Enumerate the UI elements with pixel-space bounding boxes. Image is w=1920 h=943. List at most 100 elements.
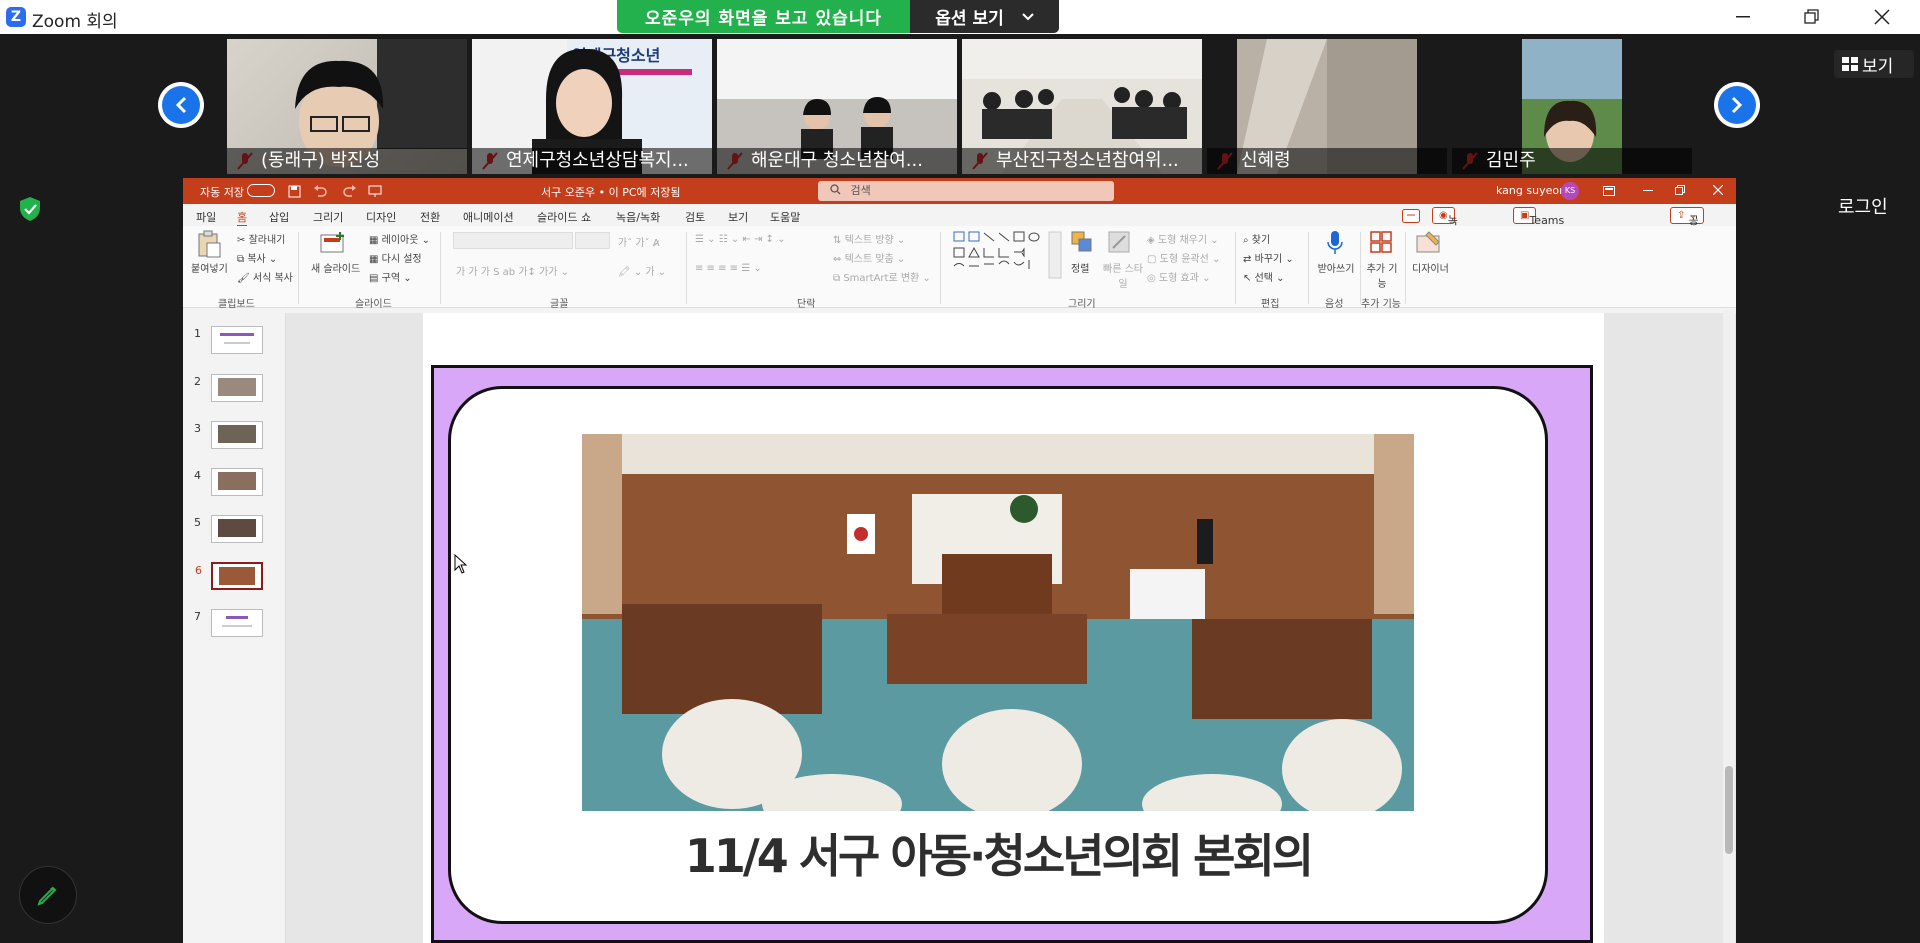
- ppt-restore-icon[interactable]: [1675, 185, 1685, 195]
- font-size-select[interactable]: [575, 232, 610, 249]
- new-slide-icon[interactable]: [320, 232, 346, 254]
- font-size-controls[interactable]: 가ˆ 가ˇ A̷: [618, 234, 660, 249]
- ribbon-tabs: 파일 홈 삽입 그리기 디자인 전환 애니메이션 슬라이드 쇼 녹음/녹화 검토…: [183, 204, 1736, 272]
- tab-view[interactable]: 보기: [728, 209, 748, 225]
- paste-label[interactable]: 붙여넣기: [191, 260, 228, 275]
- vertical-scrollbar[interactable]: [1723, 310, 1735, 943]
- comments-icon[interactable]: [1402, 209, 1420, 223]
- ribbon-display-icon[interactable]: [1603, 186, 1615, 196]
- chevron-down-icon: [1022, 12, 1034, 20]
- copy-button[interactable]: ⧉ 복사 ⌄: [237, 250, 277, 265]
- copy-label: 복사: [247, 254, 266, 265]
- restore-button[interactable]: [1785, 0, 1839, 34]
- tab-review[interactable]: 검토: [685, 209, 705, 225]
- font-color-controls[interactable]: 🖍 ⌄ 가 ⌄: [618, 263, 666, 278]
- dictate-label[interactable]: 받아쓰기: [1316, 260, 1356, 275]
- section-button[interactable]: ▤ 구역 ⌄: [369, 269, 412, 284]
- slide-thumbnail[interactable]: 2: [194, 374, 263, 402]
- tab-slideshow[interactable]: 슬라이드 쇼: [537, 209, 591, 225]
- font-family-select[interactable]: [453, 232, 573, 249]
- tab-home[interactable]: 홈: [237, 209, 248, 227]
- select-button[interactable]: ↖ 선택 ⌄: [1243, 269, 1285, 284]
- font-style-controls[interactable]: 가 가 가 S ab 가↕ 가가 ⌄: [456, 263, 569, 278]
- list-controls[interactable]: ☰ ⌄ ☷ ⌄ ⇤ ⇥ ↕ ⌄: [695, 234, 785, 245]
- document-title[interactable]: 서구 오준우 • 이 PC에 저장됨: [541, 184, 680, 200]
- arrange-label[interactable]: 정렬: [1071, 260, 1089, 275]
- tab-insert[interactable]: 삽입: [269, 209, 289, 225]
- replace-button[interactable]: ⇄ 바꾸기 ⌄: [1243, 250, 1294, 265]
- tab-draw[interactable]: 그리기: [313, 209, 343, 225]
- participant-tile[interactable]: 신혜령: [1207, 39, 1447, 174]
- shapes-gallery[interactable]: [953, 230, 1063, 280]
- participant-tile[interactable]: 해운대구 청소년참여...: [717, 39, 957, 174]
- tab-file[interactable]: 파일: [196, 209, 216, 225]
- teams-present-button[interactable]: ▣ Teams에서 프레젠테이션: [1513, 207, 1564, 272]
- minimize-button[interactable]: [1716, 0, 1770, 34]
- login-button[interactable]: 로그인: [1838, 193, 1888, 219]
- reset-button[interactable]: ▦ 다시 설정: [369, 250, 422, 265]
- record-button[interactable]: ◉ 녹음/녹화: [1432, 207, 1462, 272]
- save-icon[interactable]: [288, 185, 301, 198]
- text-direction-button[interactable]: ⇅ 텍스트 방향 ⌄: [833, 231, 905, 246]
- slide-thumbnail[interactable]: 5: [194, 515, 263, 543]
- paste-icon[interactable]: [196, 230, 222, 258]
- slide-number: 5: [194, 516, 201, 529]
- shape-effects-button[interactable]: ◎ 도형 효과 ⌄: [1147, 269, 1210, 284]
- security-shield-icon[interactable]: [18, 196, 42, 226]
- tab-design[interactable]: 디자인: [366, 209, 396, 225]
- participant-tile[interactable]: 김민주: [1452, 39, 1692, 174]
- ppt-minimize-icon[interactable]: [1643, 190, 1653, 192]
- quick-styles-icon[interactable]: [1107, 230, 1131, 254]
- participant-tile[interactable]: (동래구) 박진성: [227, 39, 467, 174]
- shape-outline-button[interactable]: ▢ 도형 윤곽선 ⌄: [1147, 250, 1220, 265]
- view-options-button[interactable]: 옵션 보기: [910, 0, 1059, 33]
- annotate-button[interactable]: [19, 866, 77, 924]
- slide-thumbnail[interactable]: 4: [194, 468, 263, 496]
- tab-transitions[interactable]: 전환: [420, 209, 440, 225]
- addins-label[interactable]: 추가 기능: [1363, 260, 1401, 290]
- prev-participants-button[interactable]: [158, 82, 204, 128]
- new-slide-label[interactable]: 새 슬라이드: [311, 260, 360, 275]
- ppt-close-icon[interactable]: [1713, 185, 1723, 195]
- ppt-search-box[interactable]: 검색: [818, 181, 1114, 201]
- slide-thumbnail[interactable]: 3: [194, 421, 263, 449]
- addins-group-label: 추가 기능: [1361, 299, 1401, 310]
- shape-fill-button[interactable]: ◈ 도형 채우기 ⌄: [1147, 231, 1219, 246]
- align-controls[interactable]: ≡ ≡ ≡ ≡ ☰ ⌄: [695, 263, 762, 274]
- slide-thumbnail[interactable]: 1: [194, 326, 263, 354]
- viewing-label: 오준우의 화면을 보고 있습니다: [617, 0, 910, 33]
- share-button[interactable]: ⇪ 공유 ⌄: [1670, 207, 1704, 242]
- microphone-icon[interactable]: [1326, 230, 1344, 256]
- designer-label[interactable]: 디자이너: [1412, 260, 1449, 275]
- undo-icon[interactable]: [313, 185, 327, 197]
- participant-tile[interactable]: 부산진구청소년참여위...: [962, 39, 1202, 174]
- designer-icon[interactable]: [1415, 230, 1443, 254]
- slide-thumbnail-selected[interactable]: 6: [195, 562, 263, 590]
- next-participants-button[interactable]: [1714, 82, 1760, 128]
- tab-animations[interactable]: 애니메이션: [463, 209, 514, 225]
- tab-recording[interactable]: 녹음/녹화: [616, 209, 660, 225]
- close-icon: [1874, 9, 1890, 25]
- slide-number: 3: [194, 422, 201, 435]
- align-text-button[interactable]: ⇔ 텍스트 맞춤 ⌄: [833, 250, 905, 265]
- addins-icon[interactable]: [1369, 230, 1393, 254]
- view-button[interactable]: 보기: [1834, 50, 1914, 78]
- user-avatar[interactable]: KS: [1561, 182, 1579, 200]
- cut-button[interactable]: ✂ 잘라내기: [237, 231, 285, 246]
- slide-thumbnail[interactable]: 7: [194, 609, 263, 637]
- autosave-toggle[interactable]: [247, 184, 275, 197]
- close-button[interactable]: [1855, 0, 1909, 34]
- smartart-button[interactable]: ⧉ SmartArt로 변환 ⌄: [833, 269, 931, 284]
- participant-tile[interactable]: 연제구청소년 연제구청소년상담복지...: [472, 39, 712, 174]
- scrollbar-thumb[interactable]: [1725, 766, 1733, 854]
- layout-button[interactable]: ▦ 레이아웃 ⌄: [369, 231, 430, 246]
- redo-icon[interactable]: [343, 185, 357, 197]
- quick-styles-label[interactable]: 빠른 스타일: [1103, 260, 1143, 290]
- present-icon[interactable]: [368, 185, 382, 197]
- autosave-label: 자동 저장: [200, 186, 244, 199]
- format-painter-button[interactable]: 🖌 서식 복사: [237, 269, 293, 284]
- find-button[interactable]: ⌕ 찾기: [1243, 231, 1270, 246]
- slide-caption[interactable]: 11/4 서구 아동·청소년의회 본회의: [448, 820, 1548, 886]
- arrange-icon[interactable]: [1070, 230, 1094, 254]
- tab-help[interactable]: 도움말: [770, 209, 800, 225]
